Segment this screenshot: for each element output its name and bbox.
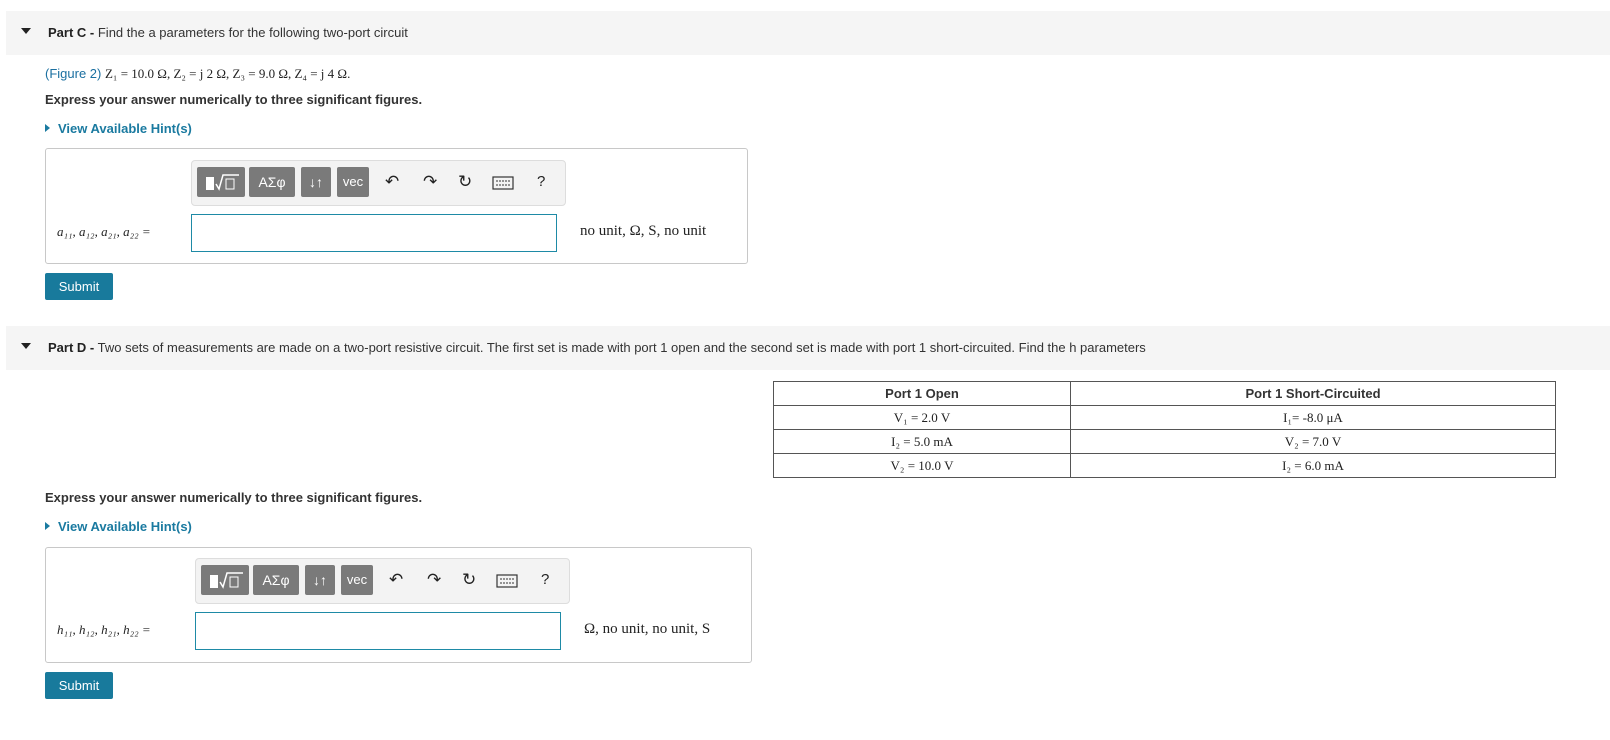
subscript-superscript-button[interactable]: ↓↑	[301, 167, 331, 197]
givens: Z₁ = 10.0 Ω, Z₂ = j 2 Ω, Z₃ = 9.0 Ω, Z₄ …	[104, 66, 351, 81]
help-button[interactable]: ?	[541, 570, 549, 590]
fraction-root-template-icon	[210, 572, 243, 589]
part-c-header[interactable]: Part C - Find the a parameters for the f…	[6, 11, 1610, 55]
figure-link[interactable]: (Figure 2)	[45, 66, 101, 81]
part-d-submit-button[interactable]: Submit	[45, 672, 113, 699]
expand-triangle-icon	[45, 522, 50, 530]
collapse-caret-icon[interactable]	[21, 28, 31, 34]
answer-variable-label: h₁₁, h₁₂, h₂₁, h₂₂ =	[57, 622, 151, 637]
part-c-answer-box: ΑΣφ ↓↑ vec ↶ ↷ ↻ ? a₁₁, a₁₂, a₂₁, a₂₂ = …	[45, 148, 748, 264]
templates-button[interactable]	[201, 565, 249, 595]
answer-input[interactable]	[191, 214, 557, 252]
part-c-hint-toggle[interactable]: View Available Hint(s)	[45, 121, 192, 136]
redo-icon[interactable]: ↷	[427, 570, 441, 590]
undo-icon[interactable]: ↶	[385, 172, 399, 192]
table-row: I₂ = 5.0 mA V₂ = 7.0 V	[773, 429, 1556, 454]
answer-input[interactable]	[195, 612, 561, 650]
table-cell: V₂ = 10.0 V	[773, 453, 1071, 478]
table-row: V₂ = 10.0 V I₂ = 6.0 mA	[773, 453, 1556, 478]
part-d-answer-box: ΑΣφ ↓↑ vec ↶ ↷ ↻ ? h₁₁, h₁₂, h₂₁, h₂₂ = …	[45, 547, 752, 663]
table-cell: V₁ = 2.0 V	[773, 405, 1071, 430]
measurements-table: Port 1 Open Port 1 Short-Circuited V₁ = …	[773, 381, 1556, 478]
table-row: V₁ = 2.0 V I₁= -8.0 μA	[773, 405, 1556, 430]
part-d-title: Part D - Two sets of measurements are ma…	[48, 340, 1146, 355]
part-c-prompt: (Figure 2) Z₁ = 10.0 Ω, Z₂ = j 2 Ω, Z₃ =…	[45, 66, 350, 82]
table-header-row: Port 1 Open Port 1 Short-Circuited	[773, 381, 1556, 406]
part-c-title: Part C - Find the a parameters for the f…	[48, 25, 408, 40]
part-d-hint-toggle[interactable]: View Available Hint(s)	[45, 519, 192, 534]
part-d-instruction: Express your answer numerically to three…	[45, 490, 423, 505]
greek-symbols-button[interactable]: ΑΣφ	[249, 167, 295, 197]
expand-triangle-icon	[45, 124, 50, 132]
fraction-root-template-icon	[206, 174, 239, 191]
reset-icon[interactable]: ↻	[458, 172, 472, 192]
collapse-caret-icon[interactable]	[21, 343, 31, 349]
vector-button[interactable]: vec	[341, 565, 373, 595]
table-cell: I₂ = 5.0 mA	[773, 429, 1071, 454]
part-c-instruction: Express your answer numerically to three…	[45, 92, 423, 107]
subscript-superscript-button[interactable]: ↓↑	[305, 565, 335, 595]
keyboard-icon[interactable]	[496, 573, 518, 593]
table-cell: I₂ = 6.0 mA	[1070, 453, 1556, 478]
reset-icon[interactable]: ↻	[462, 570, 476, 590]
answer-units: Ω, no unit, no unit, S	[584, 621, 711, 637]
table-header-cell: Port 1 Short-Circuited	[1070, 381, 1556, 406]
undo-icon[interactable]: ↶	[389, 570, 403, 590]
vector-button[interactable]: vec	[337, 167, 369, 197]
redo-icon[interactable]: ↷	[423, 172, 437, 192]
table-cell: I₁= -8.0 μA	[1070, 405, 1556, 430]
greek-symbols-button[interactable]: ΑΣφ	[253, 565, 299, 595]
math-toolbar: ΑΣφ ↓↑ vec ↶ ↷ ↻ ?	[195, 558, 570, 604]
part-c-submit-button[interactable]: Submit	[45, 273, 113, 300]
math-toolbar: ΑΣφ ↓↑ vec ↶ ↷ ↻ ?	[191, 160, 566, 206]
table-header-cell: Port 1 Open	[773, 381, 1071, 406]
help-button[interactable]: ?	[537, 172, 545, 192]
answer-units: no unit, Ω, S, no unit	[580, 223, 707, 239]
keyboard-icon[interactable]	[492, 175, 514, 195]
templates-button[interactable]	[197, 167, 245, 197]
part-d-header[interactable]: Part D - Two sets of measurements are ma…	[6, 326, 1610, 370]
answer-variable-label: a₁₁, a₁₂, a₂₁, a₂₂ =	[57, 224, 151, 239]
table-cell: V₂ = 7.0 V	[1070, 429, 1556, 454]
